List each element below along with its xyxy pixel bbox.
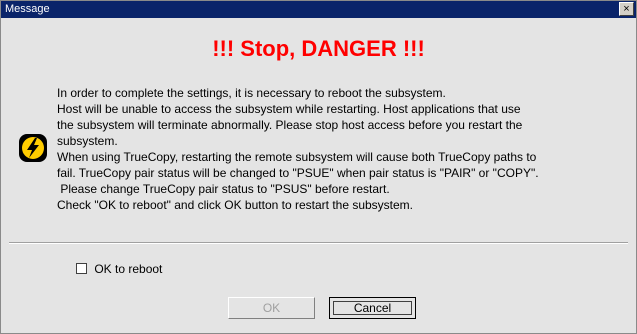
message-line: Host will be unable to access the subsys… (57, 102, 521, 116)
message-text: In order to complete the settings, it is… (57, 85, 627, 213)
separator (9, 242, 628, 244)
message-line: Check "OK to reboot" and click OK button… (57, 198, 414, 212)
danger-headline: !!! Stop, DANGER !!! (212, 36, 425, 61)
message-line: the subsystem will terminate abnormally.… (57, 118, 523, 132)
cancel-button[interactable]: Cancel (329, 297, 416, 319)
message-line: fail. TrueCopy pair status will be chang… (57, 166, 539, 180)
close-icon: × (623, 3, 630, 15)
message-line: In order to complete the settings, it is… (57, 86, 446, 100)
ok-to-reboot-checkbox[interactable] (76, 263, 87, 275)
message-line: subsystem. (57, 134, 118, 148)
title-bar[interactable]: Message × (1, 1, 636, 18)
cancel-button-label: Cancel (353, 301, 392, 315)
window-title: Message (5, 3, 50, 15)
lightning-warning-icon (19, 134, 47, 162)
ok-to-reboot-row[interactable]: OK to reboot (76, 261, 162, 277)
message-line: When using TrueCopy, restarting the remo… (57, 150, 537, 164)
ok-button[interactable]: OK (228, 297, 315, 319)
message-line: Please change TrueCopy pair status to "P… (57, 182, 390, 196)
close-button[interactable]: × (619, 2, 634, 16)
message-dialog: Message × !!! Stop, DANGER !!! In order … (0, 0, 637, 334)
ok-button-label: OK (262, 301, 281, 315)
ok-to-reboot-label[interactable]: OK to reboot (94, 262, 162, 276)
